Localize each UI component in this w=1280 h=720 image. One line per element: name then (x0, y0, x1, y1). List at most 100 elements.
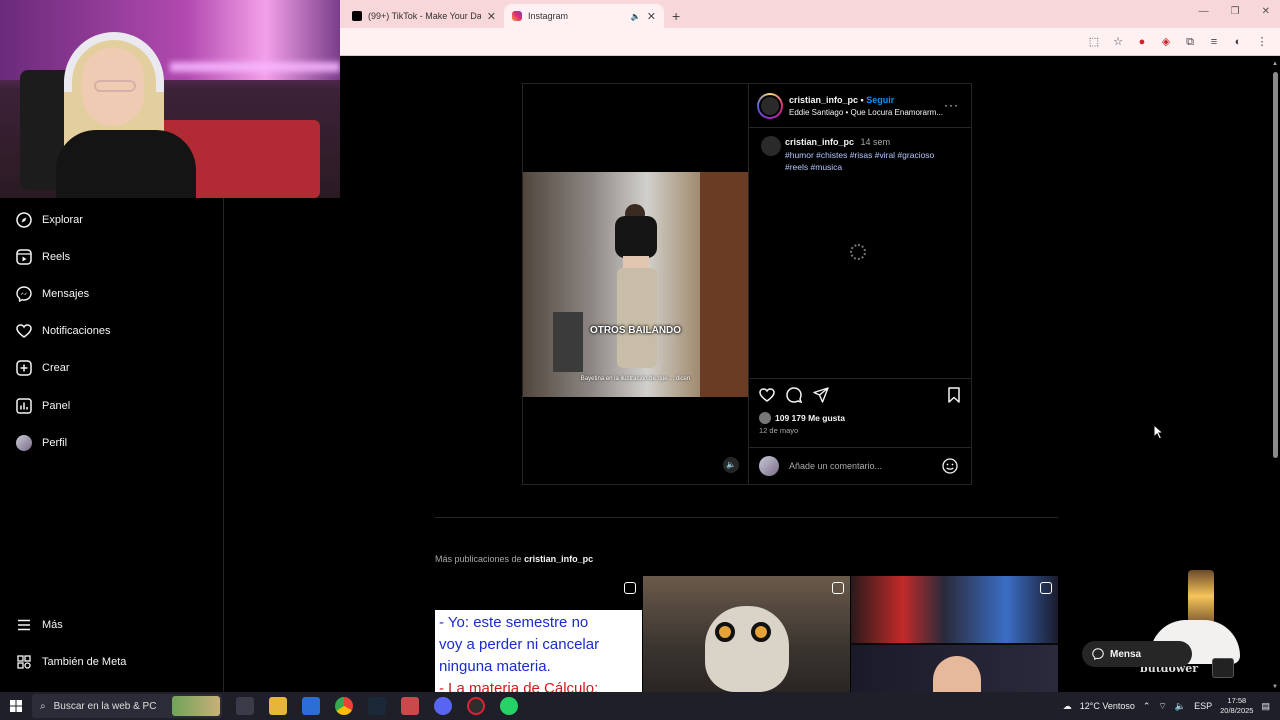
post-header: cristian_info_pc • Seguir Eddie Santiago… (749, 84, 971, 128)
adblock-icon[interactable]: ● (1136, 36, 1148, 48)
speaker-icon[interactable]: 🔈 (631, 12, 641, 21)
profile-icon[interactable]: ◐ (1232, 36, 1244, 48)
store-icon[interactable] (302, 697, 320, 715)
clock-date: 20/8/2025 (1220, 706, 1254, 715)
caption-username[interactable]: cristian_info_pc (785, 137, 854, 147)
tab-instagram[interactable]: Instagram 🔈 ✕ (504, 4, 664, 28)
taskbar: ⌕ Buscar en la web & PC ☁ 12°C Ventoso ⌃… (0, 692, 1280, 720)
sidebar-item-notificaciones[interactable]: Notificaciones (16, 321, 110, 341)
scrollbar[interactable]: ▲ ▼ (1270, 58, 1280, 692)
app-icon[interactable] (401, 697, 419, 715)
sidebar-item-label: Explorar (42, 214, 83, 226)
emoji-icon[interactable] (942, 458, 958, 474)
chrome-icon[interactable] (335, 697, 353, 715)
volume-icon[interactable]: 🔈 (1175, 701, 1186, 712)
file-explorer-icon[interactable] (269, 697, 287, 715)
more-options-icon[interactable]: ··· (944, 98, 959, 112)
shield-extension-icon[interactable]: ◈ (1160, 36, 1172, 48)
post-thumbnail[interactable]: - Yo: este semestre no voy a perder ni c… (435, 576, 642, 693)
plus-square-icon (16, 360, 32, 376)
compass-icon (16, 212, 32, 228)
close-tab-icon[interactable]: ✕ (647, 10, 656, 23)
weather-label[interactable]: 12°C Ventoso (1080, 701, 1135, 711)
audio-track[interactable]: Eddie Santiago • Que Locura Enamorarm... (789, 108, 943, 117)
messages-label: Mensa (1110, 648, 1142, 660)
more-posts-username[interactable]: cristian_info_pc (524, 554, 593, 564)
sidebar-item-mas[interactable]: Más (16, 615, 63, 635)
tab-tiktok[interactable]: (99+) TikTok - Make Your Day ✕ (344, 4, 504, 28)
sidebar-item-label: Mensajes (42, 288, 90, 300)
sidebar-item-label: Crear (42, 362, 70, 374)
share-icon[interactable] (813, 387, 829, 403)
close-window-button[interactable]: ✕ (1262, 6, 1270, 17)
avatar (16, 435, 32, 451)
sidebar-item-perfil[interactable]: Perfil (16, 433, 67, 453)
sidebar-item-mensajes[interactable]: Mensajes (16, 284, 89, 304)
separator-dot: • (860, 95, 864, 105)
steam-icon[interactable] (368, 697, 386, 715)
messenger-icon (1092, 648, 1104, 660)
discord-icon[interactable] (434, 697, 452, 715)
meme-line: - La materia de Cálculo: (439, 680, 599, 693)
whatsapp-icon[interactable] (500, 697, 518, 715)
scrollbar-thumb[interactable] (1273, 72, 1278, 458)
messenger-icon (16, 286, 32, 302)
post-card: OTROS BAILANDO Bayetina en la ilustració… (522, 83, 972, 485)
post-media[interactable]: OTROS BAILANDO Bayetina en la ilustració… (523, 84, 748, 484)
clock[interactable]: 17:58 20/8/2025 (1220, 696, 1253, 716)
install-app-icon[interactable]: ⬚ (1088, 36, 1100, 48)
maximize-button[interactable]: ❐ (1231, 6, 1240, 17)
minimize-button[interactable]: — (1199, 6, 1209, 17)
taskbar-search[interactable]: ⌕ Buscar en la web & PC (32, 694, 222, 718)
meme-text: - Yo: este semestre no voy a perder ni c… (435, 610, 642, 693)
language-indicator[interactable]: ESP (1194, 701, 1212, 711)
notifications-icon[interactable]: ▤ (1261, 701, 1270, 712)
mute-toggle-icon[interactable]: 🔈 (723, 457, 739, 473)
wifi-icon[interactable]: ⌔ (1158, 701, 1166, 712)
comment-icon[interactable] (786, 387, 802, 403)
windows-start-button[interactable] (0, 692, 32, 720)
media-control-icon[interactable]: ≡ (1208, 36, 1220, 48)
sidebar-item-crear[interactable]: Crear (16, 358, 70, 378)
extensions-icon[interactable]: ⧉ (1184, 36, 1196, 48)
new-tab-button[interactable]: + (664, 8, 688, 28)
clock-time: 17:58 (1227, 696, 1247, 705)
stream-decoration: butdower (1140, 566, 1250, 686)
post-username[interactable]: cristian_info_pc (789, 95, 858, 105)
obs-icon[interactable] (467, 697, 485, 715)
comment-input[interactable]: Añade un comentario... (789, 461, 882, 471)
save-bookmark-icon[interactable] (946, 387, 962, 403)
follow-button[interactable]: Seguir (866, 95, 894, 105)
reel-badge-icon (624, 582, 636, 594)
messages-button[interactable]: Mensa (1082, 641, 1192, 667)
likes-count[interactable]: 109 179 Me gusta (759, 412, 845, 424)
bar-chart-icon (16, 398, 32, 414)
search-icon: ⌕ (40, 700, 46, 712)
avatar[interactable] (757, 93, 783, 119)
caption-hashtags[interactable]: #humor #chistes #risas #viral #gracioso … (785, 149, 957, 173)
like-heart-icon[interactable] (759, 387, 775, 403)
more-posts-heading: Más publicaciones de cristian_info_pc (435, 554, 593, 564)
post-thumbnail[interactable] (643, 576, 850, 693)
menu-kebab-icon[interactable]: ⋮ (1256, 36, 1268, 48)
reels-icon (16, 249, 32, 265)
likes-label: 109 179 Me gusta (775, 413, 845, 423)
avatar (759, 456, 779, 476)
sidebar-item-label: Perfil (42, 437, 68, 449)
tray-chevron-icon[interactable]: ⌃ (1143, 701, 1151, 712)
post-thumbnail[interactable] (851, 576, 1058, 693)
window-controls: — ❐ ✕ (1199, 6, 1270, 17)
webcam-overlay (0, 0, 340, 198)
taskbar-apps (236, 697, 518, 715)
reel-video[interactable]: OTROS BAILANDO Bayetina en la ilustració… (523, 172, 748, 397)
sidebar-item-panel[interactable]: Panel (16, 396, 70, 416)
close-tab-icon[interactable]: ✕ (487, 10, 496, 23)
task-view-icon[interactable] (236, 697, 254, 715)
sidebar-item-reels[interactable]: Reels (16, 247, 70, 267)
reel-badge-icon (1040, 582, 1052, 594)
sidebar-item-explorar[interactable]: Explorar (16, 210, 83, 230)
meme-line: - Yo: este semestre no (439, 614, 589, 631)
sidebar-item-tambien-de-meta[interactable]: También de Meta (16, 652, 126, 672)
bookmark-star-icon[interactable]: ☆ (1112, 36, 1124, 48)
avatar[interactable] (761, 136, 781, 156)
